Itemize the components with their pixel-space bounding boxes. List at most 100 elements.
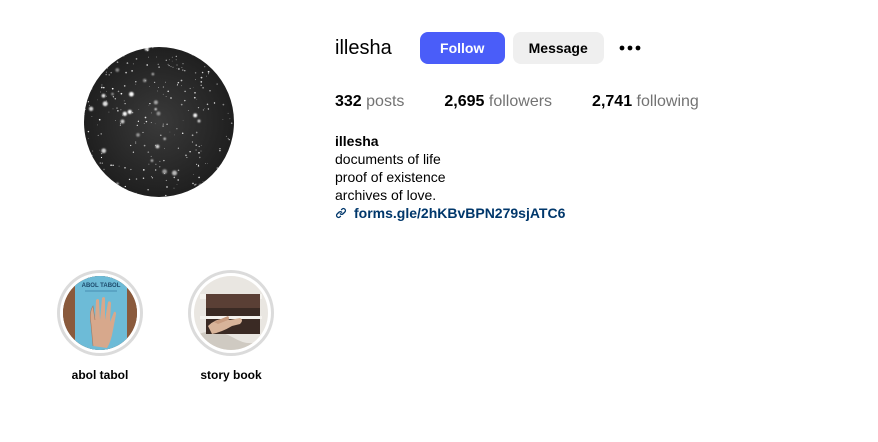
avatar-star xyxy=(110,164,112,167)
avatar-star xyxy=(178,68,180,70)
avatar-star xyxy=(136,124,138,127)
avatar-star xyxy=(100,152,103,155)
avatar-star xyxy=(98,118,101,121)
highlight-cover-image xyxy=(194,276,268,350)
link-icon xyxy=(335,207,347,219)
avatar-star xyxy=(101,148,107,154)
avatar-star xyxy=(199,156,201,159)
avatar-star xyxy=(111,87,114,90)
more-options-icon xyxy=(619,45,641,51)
avatar-star xyxy=(192,182,194,185)
avatar-star xyxy=(136,133,140,137)
avatar-star xyxy=(232,63,234,65)
avatar-star xyxy=(206,75,207,77)
posts-count: 332 xyxy=(335,93,362,110)
avatar-star xyxy=(150,159,154,162)
highlight-abol-tabol[interactable]: ABOL TABOL abol tabol xyxy=(50,270,150,383)
bio-line: proof of existence xyxy=(335,169,446,185)
abol-tabol-cover-image: ABOL TABOL xyxy=(63,276,137,350)
avatar-star xyxy=(111,92,114,96)
avatar-star xyxy=(200,145,202,146)
avatar-star xyxy=(146,49,149,52)
avatar-star xyxy=(87,192,92,197)
profile-avatar[interactable] xyxy=(84,47,234,197)
highlight-label: abol tabol xyxy=(71,368,129,382)
avatar-star xyxy=(175,59,177,61)
message-button[interactable]: Message xyxy=(512,32,604,64)
avatar-star xyxy=(198,176,200,179)
avatar-star xyxy=(142,169,145,171)
following-stat[interactable]: 2,741 following xyxy=(592,92,699,112)
following-label: following xyxy=(636,93,699,110)
avatar-star xyxy=(177,81,180,84)
avatar-star xyxy=(173,187,175,189)
avatar-star xyxy=(120,92,123,95)
avatar-star xyxy=(156,90,158,92)
avatar-star xyxy=(91,116,93,117)
avatar-star xyxy=(164,173,165,175)
avatar-star xyxy=(135,58,138,60)
avatar-star xyxy=(165,194,167,197)
posts-label: posts xyxy=(366,93,405,110)
avatar-star xyxy=(165,96,167,97)
story-book-cover-image xyxy=(194,276,268,350)
avatar-star xyxy=(197,164,200,166)
avatar-star xyxy=(175,55,177,58)
highlight-story-book[interactable]: story book xyxy=(181,270,281,383)
avatar-star xyxy=(117,109,119,112)
avatar-star xyxy=(135,178,138,180)
avatar-star xyxy=(127,109,132,115)
avatar-star xyxy=(157,86,159,88)
avatar-star xyxy=(99,191,102,194)
bio-link[interactable]: forms.gle/2hKBvBPN279sjATC6 xyxy=(335,204,565,222)
avatar-star xyxy=(105,100,107,102)
avatar-star xyxy=(124,194,126,196)
avatar-star xyxy=(202,109,204,111)
avatar-star xyxy=(203,56,205,58)
avatar-star xyxy=(84,60,86,63)
avatar-star xyxy=(129,91,134,97)
avatar-star xyxy=(151,72,155,76)
avatar-star xyxy=(195,131,198,134)
avatar-star xyxy=(207,108,210,110)
avatar-star xyxy=(144,116,147,119)
posts-stat[interactable]: 332 posts xyxy=(335,92,404,112)
avatar-star xyxy=(100,91,101,93)
avatar-star xyxy=(137,120,140,122)
avatar-star xyxy=(97,99,98,101)
avatar-star xyxy=(204,108,205,110)
more-options-button[interactable] xyxy=(616,32,644,64)
avatar-star xyxy=(223,47,226,48)
avatar-star xyxy=(181,66,183,68)
avatar-star xyxy=(163,137,166,141)
bio-line: archives of love. xyxy=(335,187,437,203)
avatar-star xyxy=(124,102,126,105)
avatar-star xyxy=(159,160,161,162)
avatar-star xyxy=(171,170,178,176)
avatar-star xyxy=(86,174,88,177)
abol-tabol-cover-text: ABOL TABOL xyxy=(82,283,121,289)
avatar-star xyxy=(157,63,159,65)
avatar-star xyxy=(168,65,170,67)
avatar-star xyxy=(124,185,126,188)
avatar-star xyxy=(195,183,197,186)
avatar-star xyxy=(88,171,90,173)
avatar-star xyxy=(154,123,156,125)
avatar-star xyxy=(120,123,121,125)
avatar-star xyxy=(92,154,93,156)
avatar-star xyxy=(119,124,122,126)
avatar-star xyxy=(207,163,208,165)
avatar-star xyxy=(88,106,94,111)
avatar-star xyxy=(115,68,120,72)
avatar-star xyxy=(130,144,132,147)
username[interactable]: illesha xyxy=(335,32,392,64)
avatar-star xyxy=(132,151,135,153)
followers-stat[interactable]: 2,695 followers xyxy=(444,92,552,112)
avatar-star xyxy=(107,194,109,196)
follow-button[interactable]: Follow xyxy=(419,32,505,64)
avatar-star xyxy=(87,138,89,139)
avatar-star xyxy=(213,62,215,64)
avatar-star xyxy=(162,125,164,127)
avatar-star xyxy=(176,184,178,185)
avatar-star xyxy=(168,59,170,61)
